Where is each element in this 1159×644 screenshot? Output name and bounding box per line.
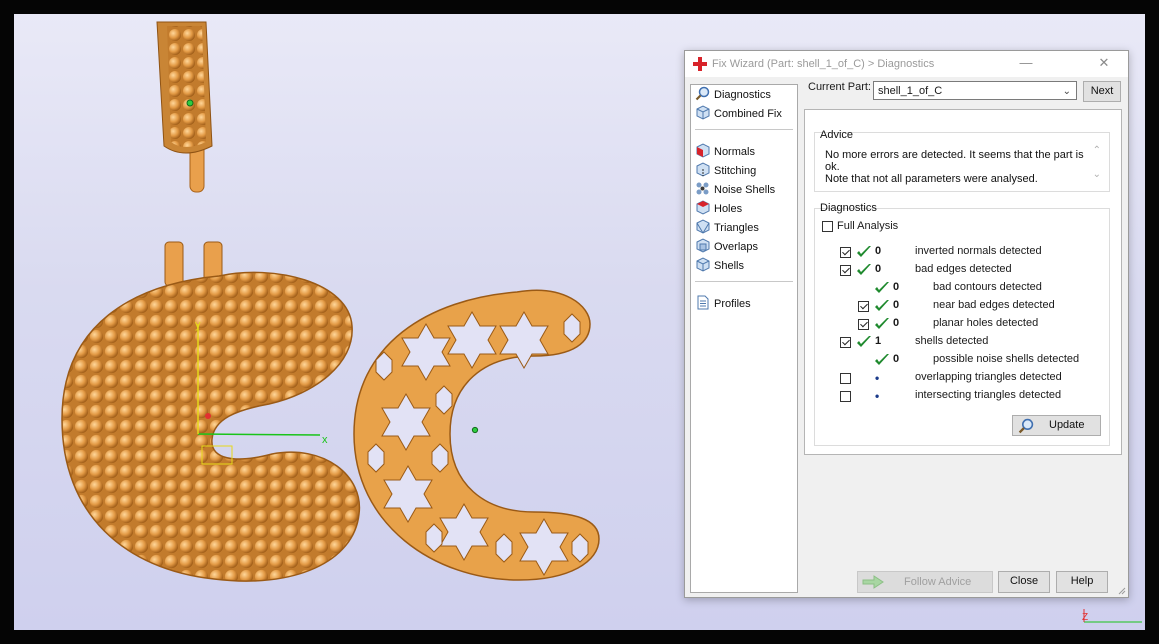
- svg-text:Z: Z: [1082, 612, 1088, 623]
- diagnostic-label: bad contours detected: [933, 281, 1042, 293]
- advice-group: No more errors are detected. It seems th…: [814, 132, 1110, 192]
- axis-y-label: y: [195, 319, 201, 331]
- axis-x-label: x: [322, 434, 328, 446]
- nav-item-stitching[interactable]: Stitching: [695, 162, 756, 180]
- beaded-c-model[interactable]: [61, 271, 361, 582]
- current-part-value: shell_1_of_C: [878, 85, 943, 97]
- checkmark-icon: [875, 300, 889, 311]
- checkmark-icon: [857, 246, 871, 257]
- advice-line-2: Note that not all parameters were analys…: [825, 173, 1038, 185]
- diagnostic-count: 0: [893, 299, 900, 311]
- diagnostic-label: planar holes detected: [933, 317, 1039, 329]
- diagnostic-count: 0: [875, 263, 882, 275]
- diagnostic-count: •: [875, 371, 880, 385]
- app-cross-icon: [693, 57, 707, 71]
- checkmark-icon: [875, 318, 889, 329]
- checkmark-icon: [857, 264, 871, 275]
- follow-advice-label: Follow Advice: [904, 576, 972, 588]
- checkmark-icon: [857, 336, 871, 347]
- nav-divider: [695, 281, 793, 282]
- checkmark-icon: [875, 282, 889, 293]
- diagnostic-checkbox[interactable]: [840, 337, 851, 348]
- diagnostic-count: 1: [875, 335, 882, 347]
- nav-item-overlaps[interactable]: Overlaps: [695, 238, 758, 256]
- diagnostic-checkbox[interactable]: [840, 247, 851, 258]
- cube-icon: [696, 105, 710, 120]
- bail-model[interactable]: [156, 21, 213, 193]
- diagnostic-count: 0: [893, 281, 900, 293]
- diagnostics-title: Diagnostics: [820, 202, 877, 214]
- diagnostic-checkbox[interactable]: [840, 373, 851, 384]
- update-button[interactable]: Update: [1012, 415, 1101, 436]
- diagnostic-checkbox[interactable]: [858, 319, 869, 330]
- lattice-c-model[interactable]: [353, 289, 600, 581]
- diagnostic-label: near bad edges detected: [933, 299, 1055, 311]
- dialog-title: Fix Wizard (Part: shell_1_of_C) > Diagno…: [712, 58, 935, 70]
- diagnostic-label: possible noise shells detected: [933, 353, 1080, 365]
- advice-line-1: No more errors are detected. It seems th…: [825, 149, 1084, 173]
- diagnostic-label: overlapping triangles detected: [915, 371, 1062, 383]
- stitching-icon: [696, 162, 710, 177]
- shells-icon: [696, 257, 710, 272]
- diagnostic-label: intersecting triangles detected: [915, 389, 1062, 401]
- nav-item-normals[interactable]: Normals: [695, 143, 755, 161]
- nav-item-shells[interactable]: Shells: [695, 257, 744, 275]
- nav-item-diagnostics[interactable]: Diagnostics: [695, 86, 771, 104]
- nav-item-holes[interactable]: Holes: [695, 200, 742, 218]
- nav-item-triangles[interactable]: Triangles: [695, 219, 759, 237]
- nav-item-noise-shells[interactable]: Noise Shells: [695, 181, 775, 199]
- document-icon: [697, 295, 709, 310]
- diagnostic-count: •: [875, 389, 880, 403]
- help-button[interactable]: Help: [1056, 571, 1108, 593]
- wizard-nav: Diagnostics Combined Fix Normals Stitchi…: [690, 84, 798, 593]
- diagnostic-label: bad edges detected: [915, 263, 1012, 275]
- title-bar[interactable]: Fix Wizard (Part: shell_1_of_C) > Diagno…: [685, 51, 1128, 77]
- diagnostic-label: shells detected: [915, 335, 989, 347]
- overlaps-icon: [696, 238, 710, 253]
- resize-grip-icon[interactable]: [1116, 585, 1126, 595]
- close-window-button[interactable]: ✕: [1093, 54, 1115, 72]
- follow-advice-button[interactable]: Follow Advice: [857, 571, 993, 593]
- arrow-right-icon: [862, 575, 884, 589]
- diagnostics-panel: No more errors are detected. It seems th…: [804, 109, 1122, 455]
- update-label: Update: [1049, 419, 1085, 431]
- magnifier-icon: [695, 86, 710, 101]
- orientation-indicator: Z: [1082, 609, 1142, 623]
- diagnostic-count: 0: [893, 317, 900, 329]
- scroll-up-icon[interactable]: ⌃: [1093, 145, 1101, 156]
- pivot-point-icon: [471, 426, 479, 434]
- checkmark-icon: [875, 354, 889, 365]
- noise-shells-icon: [696, 182, 709, 195]
- advice-text: No more errors are detected. It seems th…: [825, 149, 1087, 185]
- diagnostic-checkbox[interactable]: [840, 391, 851, 402]
- close-button[interactable]: Close: [998, 571, 1050, 593]
- scroll-down-icon[interactable]: ⌄: [1093, 169, 1101, 180]
- diagnostic-checkbox[interactable]: [858, 301, 869, 312]
- diagnostic-count: 0: [893, 353, 900, 365]
- full-analysis-checkbox[interactable]: [822, 221, 833, 232]
- current-part-label: Current Part:: [808, 81, 871, 93]
- magnifier-icon: [1018, 418, 1034, 434]
- holes-icon: [696, 200, 710, 215]
- nav-divider: [695, 129, 793, 130]
- nav-item-combined-fix[interactable]: Combined Fix: [695, 105, 782, 123]
- current-part-select[interactable]: shell_1_of_C ⌄: [873, 81, 1077, 100]
- diagnostic-label: inverted normals detected: [915, 245, 1042, 257]
- minimize-button[interactable]: —: [1015, 54, 1037, 72]
- fix-wizard-dialog[interactable]: Fix Wizard (Part: shell_1_of_C) > Diagno…: [684, 50, 1129, 598]
- next-button[interactable]: Next: [1083, 81, 1121, 102]
- nav-item-profiles[interactable]: Profiles: [695, 295, 751, 313]
- chevron-down-icon: ⌄: [1062, 86, 1071, 97]
- full-analysis-label: Full Analysis: [837, 220, 899, 232]
- diagnostic-count: 0: [875, 245, 882, 257]
- pivot-point-icon: [186, 99, 194, 107]
- advice-title: Advice: [820, 129, 854, 141]
- triangles-icon: [696, 219, 710, 234]
- normals-icon: [696, 143, 710, 158]
- diagnostic-checkbox[interactable]: [840, 265, 851, 276]
